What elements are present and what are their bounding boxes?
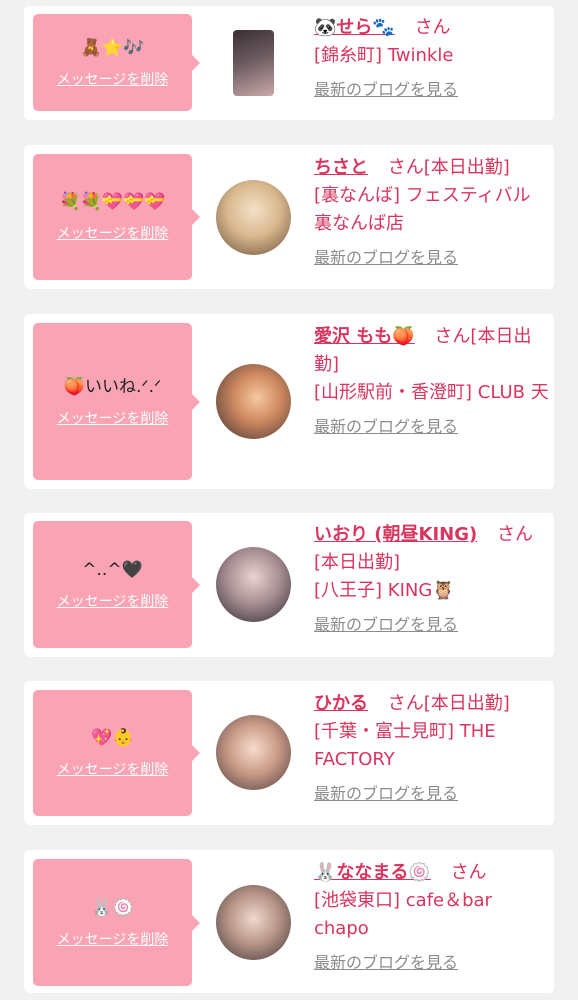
honorific-label: さん — [387, 693, 424, 714]
profile-info: ひかる さん[本日出勤] [千葉・富士見町] THE FACTORY 最新のブロ… — [314, 690, 550, 808]
shop-label: [裏なんば] フェスティバル 裏なんば店 — [314, 185, 531, 234]
latest-blog-link[interactable]: 最新のブログを見る — [314, 611, 458, 639]
delete-message-button[interactable]: メッセージを削除 — [57, 408, 169, 428]
honorific-label: さん — [496, 524, 533, 545]
profile-info: 愛沢 もも🍑 さん[本日出勤] [山形駅前・香澄町] CLUB 天 最新のブログ… — [314, 323, 550, 441]
latest-blog-link[interactable]: 最新のブログを見る — [314, 949, 458, 977]
girl-name-link[interactable]: いおり (朝昼KING) — [314, 524, 477, 545]
girl-name-link[interactable]: 🐼せら🐾 — [314, 17, 395, 38]
latest-blog-link[interactable]: 最新のブログを見る — [314, 780, 458, 808]
message-bubble: 🍑いいね.ᐟ.ᐟ メッセージを削除 — [33, 323, 200, 480]
message-bubble: ^..^🖤 メッセージを削除 — [33, 521, 200, 648]
honorific-label: さん — [450, 862, 487, 883]
message-bubble: 🧸⭐🎶 メッセージを削除 — [33, 14, 200, 111]
girl-photo-icon[interactable] — [216, 547, 291, 622]
latest-blog-link[interactable]: 最新のブログを見る — [314, 413, 458, 441]
message-card: 💐💐💝💝💝 メッセージを削除 ちさと さん[本日出勤] [裏なんば] フェスティ… — [24, 145, 554, 289]
shop-label: [錦糸町] Twinkle — [314, 45, 454, 66]
girl-name-link[interactable]: ちさと — [314, 157, 368, 178]
message-card: 🍑いいね.ᐟ.ᐟ メッセージを削除 愛沢 もも🍑 さん[本日出勤] [山形駅前・… — [24, 314, 554, 489]
status-badge: [本日出勤] — [314, 552, 401, 573]
message-bubble: 🐰🍥 メッセージを削除 — [33, 859, 200, 986]
girl-photo-icon[interactable] — [216, 715, 291, 790]
message-text: ^..^🖤 — [82, 559, 143, 580]
delete-message-button[interactable]: メッセージを削除 — [57, 69, 169, 89]
message-card: 🐰🍥 メッセージを削除 🐰ななまる🍥 さん [池袋東口] cafe＆bar ch… — [24, 850, 554, 993]
shop-label: [千葉・富士見町] THE FACTORY — [314, 721, 496, 770]
message-text: 💐💐💝💝💝 — [59, 192, 166, 212]
delete-message-button[interactable]: メッセージを削除 — [57, 929, 169, 949]
girl-photo-icon[interactable] — [216, 364, 291, 439]
message-card: ^..^🖤 メッセージを削除 いおり (朝昼KING) さん [本日出勤] [八… — [24, 513, 554, 657]
honorific-label: さん — [434, 326, 471, 347]
girl-name-link[interactable]: 愛沢 もも🍑 — [314, 326, 415, 347]
profile-info: ちさと さん[本日出勤] [裏なんば] フェスティバル 裏なんば店 最新のブログ… — [314, 154, 550, 272]
girl-photo-icon[interactable] — [216, 885, 291, 960]
shop-label: [八王子] KING🦉 — [314, 580, 455, 601]
honorific-label: さん — [387, 157, 424, 178]
profile-info: 🐰ななまる🍥 さん [池袋東口] cafe＆bar chapo 最新のブログを見… — [314, 859, 550, 977]
latest-blog-link[interactable]: 最新のブログを見る — [314, 244, 458, 272]
delete-message-button[interactable]: メッセージを削除 — [57, 759, 169, 779]
message-bubble: 💐💐💝💝💝 メッセージを削除 — [33, 154, 200, 280]
delete-message-button[interactable]: メッセージを削除 — [57, 223, 169, 243]
shop-label: [山形駅前・香澄町] CLUB 天 — [314, 382, 549, 403]
message-text: 🐰🍥 — [91, 897, 134, 918]
message-text: 🧸⭐🎶 — [80, 37, 145, 58]
girl-photo-icon[interactable] — [216, 180, 291, 255]
shop-label: [池袋東口] cafe＆bar chapo — [314, 890, 492, 939]
profile-info: 🐼せら🐾 さん [錦糸町] Twinkle 最新のブログを見る — [314, 14, 550, 104]
latest-blog-link[interactable]: 最新のブログを見る — [314, 76, 458, 104]
honorific-label: さん — [414, 17, 451, 38]
girl-name-link[interactable]: 🐰ななまる🍥 — [314, 862, 431, 883]
message-text: 🍑いいね.ᐟ.ᐟ — [63, 376, 162, 397]
message-list: 🧸⭐🎶 メッセージを削除 🐼せら🐾 さん [錦糸町] Twinkle 最新のブロ… — [0, 0, 578, 1000]
profile-info: いおり (朝昼KING) さん [本日出勤] [八王子] KING🦉 最新のブロ… — [314, 521, 550, 639]
girl-name-link[interactable]: ひかる — [314, 693, 368, 714]
girl-photo-icon[interactable] — [233, 30, 274, 96]
status-badge: [本日出勤] — [423, 157, 510, 178]
message-card: 💖👶 メッセージを削除 ひかる さん[本日出勤] [千葉・富士見町] THE F… — [24, 681, 554, 825]
message-text: 💖👶 — [91, 728, 134, 748]
message-card: 🧸⭐🎶 メッセージを削除 🐼せら🐾 さん [錦糸町] Twinkle 最新のブロ… — [24, 6, 554, 120]
status-badge: [本日出勤] — [423, 693, 510, 714]
message-bubble: 💖👶 メッセージを削除 — [33, 690, 200, 816]
delete-message-button[interactable]: メッセージを削除 — [57, 591, 169, 611]
